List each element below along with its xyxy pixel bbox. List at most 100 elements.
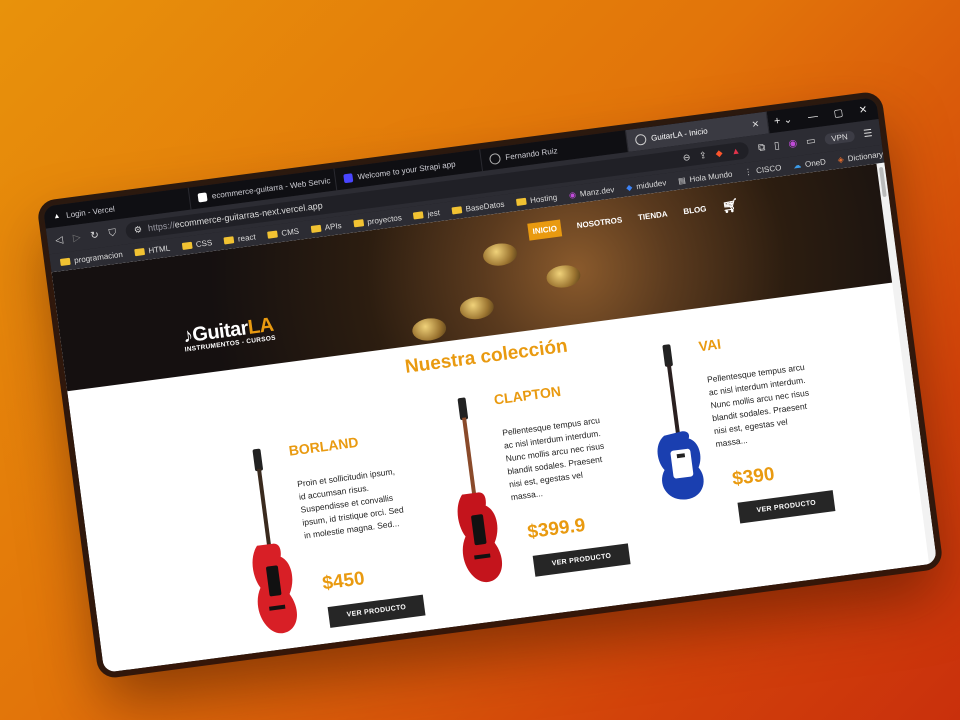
folder-icon [515, 197, 527, 206]
bookmark-item[interactable]: jest [413, 208, 440, 220]
folder-icon [352, 218, 364, 227]
wallpaper: ▲ Login - Vercel ecommerce-guitarra - We… [0, 0, 960, 720]
bookmark-label: programacion [73, 249, 124, 265]
folder-icon [223, 235, 235, 244]
bookmark-item[interactable]: Hosting [515, 192, 558, 206]
tab-label: Fernando Ruiz [504, 145, 558, 162]
bookmark-item[interactable]: CSS [181, 237, 213, 251]
vpn-label: VPN [830, 131, 849, 143]
product-price: $390 [731, 463, 776, 491]
view-product-button[interactable]: VER PRODUCTO [327, 594, 426, 628]
bookmark-label: Manz.dev [579, 184, 615, 199]
guitar-image [252, 448, 297, 634]
product-description: Pellentesque tempus arcu ac nisl interdu… [706, 361, 810, 450]
folder-icon [134, 247, 145, 256]
profile-icon[interactable]: ◉ [788, 137, 798, 149]
product-card: VAI Pellentesque tempus arcu ac nisl int… [636, 317, 890, 545]
globe-icon [488, 152, 502, 165]
site-icon [197, 191, 208, 202]
bookmark-item[interactable]: APIs [310, 221, 342, 234]
chevron-down-icon[interactable]: ⌄ [783, 114, 793, 126]
bookmark-label: CSS [195, 237, 213, 249]
bookmark-label: midudev [635, 177, 667, 191]
bookmark-item[interactable]: HTML [134, 243, 171, 257]
folder-icon [59, 257, 71, 266]
site-settings-icon[interactable]: ⚙ [133, 224, 142, 236]
product-name: VAI [697, 335, 722, 355]
url-scheme: https:// [147, 219, 176, 234]
manz-icon: ◉ [568, 189, 577, 200]
site-logo[interactable]: ♪GuitarLA INSTRUMENTOS - CURSOS [182, 314, 277, 354]
bookmark-label: BaseDatos [464, 199, 505, 214]
tuning-peg-image [458, 294, 496, 322]
folder-icon [451, 205, 463, 214]
nav-inicio[interactable]: INICIO [527, 219, 563, 241]
wallet-icon[interactable]: ▭ [805, 135, 816, 147]
tab-label: GuitarLA - Inicio [650, 125, 709, 143]
bookmark-label: APIs [324, 220, 343, 232]
bookmark-item[interactable]: ◆ midudev [626, 178, 667, 192]
product-description: Proin et sollicitudin ipsum, id accumsan… [296, 466, 405, 541]
dictionary-icon: ◈ [837, 154, 845, 165]
product-description: Pellentesque tempus arcu ac nisl interdu… [501, 415, 605, 503]
product-name: CLAPTON [492, 382, 562, 408]
tuning-peg-image [481, 241, 519, 268]
database-icon: ▤ [677, 175, 687, 186]
folder-icon [266, 229, 278, 239]
bookmark-item[interactable]: ☁ OneD [793, 157, 827, 170]
minimize-icon[interactable]: — [807, 110, 818, 122]
bookmark-item[interactable]: ◉ Manz.dev [568, 185, 614, 200]
cart-icon[interactable]: 🛒︎ [721, 197, 739, 215]
close-tab-icon[interactable]: ✕ [751, 118, 760, 130]
product-price: $450 [321, 568, 366, 595]
reload-icon[interactable]: ↻ [90, 229, 100, 241]
sidebar-icon[interactable]: ▯ [773, 140, 780, 152]
bookmark-label: jest [426, 207, 441, 219]
new-tab-icon[interactable]: + [773, 115, 781, 128]
midudev-icon: ◆ [625, 182, 633, 193]
forward-icon[interactable]: ▷ [72, 232, 81, 244]
bookmark-label: proyectos [366, 212, 403, 227]
bookmark-label: OneD [804, 156, 827, 169]
bookmark-label: HTML [147, 243, 171, 255]
bookmark-label: Hosting [529, 192, 558, 205]
bookmark-item[interactable]: CMS [266, 226, 300, 239]
bookmark-item[interactable]: react [223, 232, 256, 245]
bookmark-label: react [237, 231, 257, 244]
share-icon[interactable]: ⇪ [698, 149, 707, 161]
vpn-button[interactable]: VPN [823, 129, 856, 145]
close-window-icon[interactable]: ✕ [858, 104, 868, 116]
folder-icon [413, 210, 424, 219]
bookmark-item[interactable]: ⋮ CISCO [744, 163, 782, 177]
globe-icon [634, 133, 647, 146]
bookmark-label: Dictionary [847, 149, 884, 163]
folder-icon [310, 224, 322, 233]
nav-blog[interactable]: BLOG [683, 204, 707, 216]
bookmark-item[interactable]: ◈ Dictionary [837, 149, 884, 164]
nav-nosotros[interactable]: NOSOTROS [576, 215, 623, 230]
tuning-peg-image [545, 263, 582, 290]
nav-tienda[interactable]: TIENDA [637, 209, 668, 222]
maximize-icon[interactable]: ▢ [833, 107, 844, 119]
zoom-icon[interactable]: ⊖ [682, 151, 691, 163]
view-product-button[interactable]: VER PRODUCTO [532, 543, 631, 577]
product-price: $399.9 [526, 514, 587, 544]
bookmark-label: CMS [280, 226, 300, 238]
scrollbar-thumb[interactable] [878, 166, 887, 198]
tab-label: Login - Vercel [65, 204, 116, 220]
product-name: BORLAND [287, 433, 360, 459]
folder-icon [181, 241, 193, 250]
tuning-peg-image [410, 316, 448, 343]
rewards-icon[interactable]: ▲ [731, 145, 741, 157]
bookmark-item[interactable]: proyectos [352, 212, 403, 228]
browser-window: ▲ Login - Vercel ecommerce-guitarra - We… [42, 97, 938, 673]
vercel-icon: ▲ [52, 212, 61, 221]
cisco-icon: ⋮ [743, 166, 753, 177]
back-icon[interactable]: ◁ [55, 234, 64, 246]
bookmark-label: Hola Mundo [688, 169, 733, 184]
brave-shield-icon[interactable]: ◆ [715, 147, 723, 159]
bookmark-icon[interactable]: ⛉ [108, 227, 117, 239]
view-product-button[interactable]: VER PRODUCTO [737, 490, 836, 524]
extensions-icon[interactable]: ⧉ [757, 142, 766, 154]
menu-icon[interactable]: ☰ [863, 127, 873, 139]
